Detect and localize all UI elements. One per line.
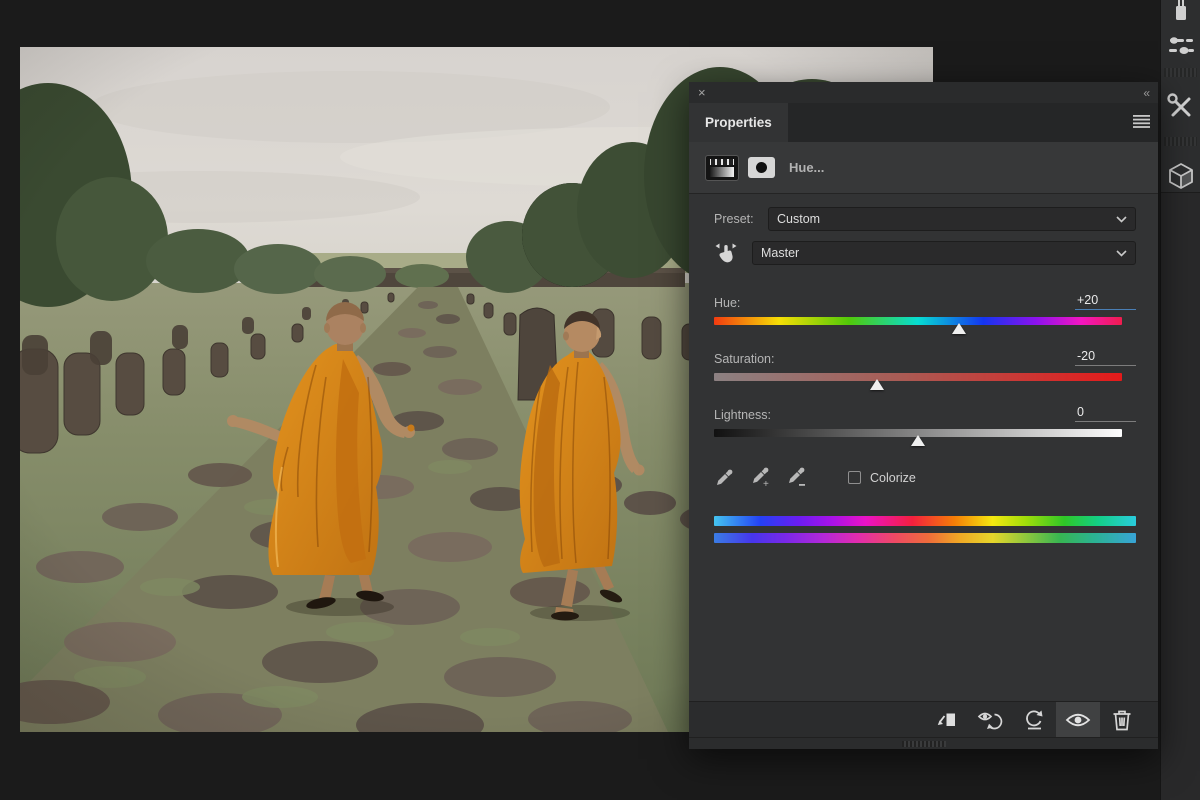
preset-select[interactable]: Custom [768,207,1136,231]
hue-slider-thumb[interactable] [952,323,966,334]
delete-button[interactable] [1100,702,1144,738]
visibility-button[interactable] [1056,702,1100,738]
saturation-slider-thumb[interactable] [870,379,884,390]
eyedropper-row: + Colorize [714,467,1136,488]
colorize-checkbox[interactable] [848,471,861,484]
dock-grip [1164,68,1197,77]
hue-slider-group: Hue: +20 [714,293,1136,325]
channel-value: Master [761,246,799,260]
panel-footer-toolbar [689,701,1158,737]
lightness-label: Lightness: [714,408,771,422]
adjusted-hue-spectrum-bar [714,533,1136,543]
view-previous-state-button[interactable] [968,702,1012,738]
tab-properties[interactable]: Properties [689,103,788,142]
panel-menu-icon[interactable] [1133,115,1150,128]
reset-button[interactable] [1012,702,1056,738]
eyedropper-add-icon[interactable]: + [750,467,771,488]
original-hue-spectrum-bar [714,516,1136,526]
dock-grip [1164,137,1197,146]
preset-value: Custom [777,212,820,226]
chevron-down-icon [1116,250,1127,257]
lightness-value-field[interactable]: 0 [1075,405,1136,422]
eyedropper-icon[interactable] [714,467,735,488]
brushes-icon[interactable] [1161,0,1200,22]
properties-panel: × « Properties Hue... Preset: Custom [689,82,1158,749]
eyedropper-subtract-icon[interactable] [786,467,807,488]
colorize-label: Colorize [870,471,916,485]
targeted-adjustment-hand-icon[interactable] [714,242,738,264]
dock-lower-area [1161,192,1200,800]
panel-dock [1160,0,1200,800]
hue-slider-track[interactable] [714,317,1122,325]
saturation-label: Saturation: [714,352,774,366]
hue-value-field[interactable]: +20 [1075,293,1136,310]
panel-content: Preset: Custom Master Hue: + [689,194,1158,701]
chevron-down-icon [1116,216,1127,223]
adjustment-header: Hue... [689,142,1158,194]
panel-topbar: × « [689,82,1158,103]
panel-tab-row: Properties [689,103,1158,142]
preset-row: Preset: Custom [714,207,1136,231]
close-icon[interactable]: × [698,86,706,99]
channel-select[interactable]: Master [752,241,1136,265]
channel-row: Master [714,241,1136,265]
collapse-panel-icon[interactable]: « [1143,86,1149,100]
panel-resize-grip[interactable] [689,737,1158,749]
layer-mask-thumbnail[interactable] [748,157,775,178]
svg-text:+: + [763,479,769,488]
saturation-value-field[interactable]: -20 [1075,349,1136,366]
hue-label: Hue: [714,296,740,310]
lightness-slider-track[interactable] [714,429,1122,437]
brush-settings-icon[interactable] [1161,30,1200,64]
tools-icon[interactable] [1161,81,1200,133]
preset-label: Preset: [714,212,768,226]
lightness-slider-thumb[interactable] [911,435,925,446]
saturation-slider-track[interactable] [714,373,1122,381]
clip-to-layer-button[interactable] [924,702,968,738]
adjustment-title: Hue... [789,160,824,175]
hue-spectrum-bars [714,516,1136,543]
lightness-slider-group: Lightness: 0 [714,405,1136,437]
hue-saturation-adjustment-thumbnail[interactable] [705,155,739,181]
saturation-slider-group: Saturation: -20 [714,349,1136,381]
